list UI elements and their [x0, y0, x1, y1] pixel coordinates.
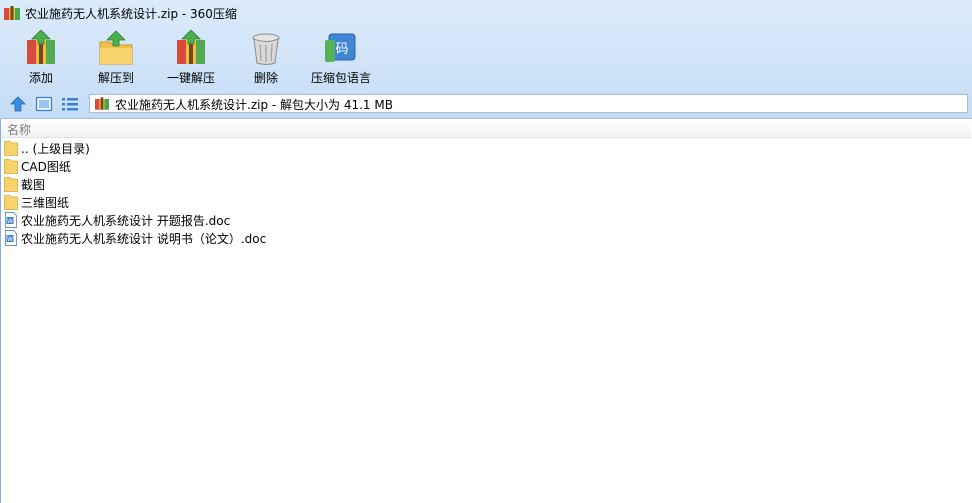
list-view-icon[interactable]	[61, 95, 79, 113]
toolbar: 添加 解压到 一键解压 删除 码 压缩包语言	[0, 28, 972, 88]
extract-to-label: 解压到	[97, 71, 134, 85]
trash-icon	[252, 33, 280, 65]
word-doc-icon: W	[5, 230, 17, 246]
word-doc-icon: W	[5, 212, 17, 228]
column-header-label: 名称	[7, 123, 32, 137]
address-bar[interactable]: 农业施药无人机系统设计.zip - 解包大小为 41.1 MB	[89, 94, 968, 113]
folder-icon	[4, 141, 18, 156]
window-chrome: 农业施药无人机系统设计.zip - 360压缩 添加 解压到 一键解压 删除 码…	[0, 0, 972, 119]
list-item-folder[interactable]: 三维图纸	[1, 193, 971, 211]
file-rows: .. (上级目录) CAD图纸 截图 三维图纸 W 农业施药无人机系统设计 开题…	[1, 139, 971, 247]
svg-text:W: W	[7, 236, 13, 243]
delete-button[interactable]: 删除	[231, 28, 301, 86]
folder-icon	[4, 177, 18, 192]
list-item-parent-dir[interactable]: .. (上级目录)	[1, 139, 971, 157]
add-archive-icon	[27, 30, 55, 64]
list-item-folder[interactable]: 截图	[1, 175, 971, 193]
window-title: 农业施药无人机系统设计.zip - 360压缩	[25, 7, 237, 21]
list-item-name: 三维图纸	[21, 196, 70, 210]
list-item-file[interactable]: W 农业施药无人机系统设计 开题报告.doc	[1, 211, 971, 229]
list-item-name: 农业施药无人机系统设计 说明书（论文）.doc	[21, 232, 267, 246]
svg-text:码: 码	[335, 42, 348, 57]
column-header-name[interactable]: 名称	[1, 119, 971, 138]
address-text: 农业施药无人机系统设计.zip - 解包大小为 41.1 MB	[115, 98, 393, 112]
thumbnail-view-icon[interactable]	[35, 95, 53, 113]
list-item-file[interactable]: W 农业施药无人机系统设计 说明书（论文）.doc	[1, 229, 971, 247]
archive-icon	[95, 97, 109, 110]
extract-to-button[interactable]: 解压到	[81, 28, 151, 86]
folder-icon	[4, 159, 18, 174]
file-list: 名称 .. (上级目录) CAD图纸 截图 三维图纸 W 农业施药无人机系统设计…	[0, 119, 972, 503]
one-click-extract-icon	[177, 30, 205, 64]
folder-icon	[4, 195, 18, 210]
one-click-extract-label: 一键解压	[166, 71, 215, 85]
list-item-name: 农业施药无人机系统设计 开题报告.doc	[21, 214, 231, 228]
nav-bar: 农业施药无人机系统设计.zip - 解包大小为 41.1 MB	[0, 92, 972, 116]
extract-to-icon	[99, 30, 133, 65]
list-item-folder[interactable]: CAD图纸	[1, 157, 971, 175]
list-item-name: 截图	[21, 178, 46, 192]
list-item-name: .. (上级目录)	[21, 142, 90, 156]
add-label: 添加	[28, 71, 53, 85]
app-logo-icon	[4, 6, 20, 20]
svg-text:W: W	[7, 218, 13, 225]
archive-language-label: 压缩包语言	[310, 71, 371, 85]
archive-language-icon: 码	[325, 33, 356, 62]
one-click-extract-button[interactable]: 一键解压	[156, 28, 226, 86]
up-arrow-icon[interactable]	[9, 95, 27, 113]
delete-label: 删除	[253, 71, 278, 85]
add-button[interactable]: 添加	[6, 28, 76, 86]
title-bar: 农业施药无人机系统设计.zip - 360压缩	[0, 0, 972, 26]
list-item-name: CAD图纸	[21, 160, 71, 174]
archive-language-button[interactable]: 码 压缩包语言	[306, 28, 376, 86]
